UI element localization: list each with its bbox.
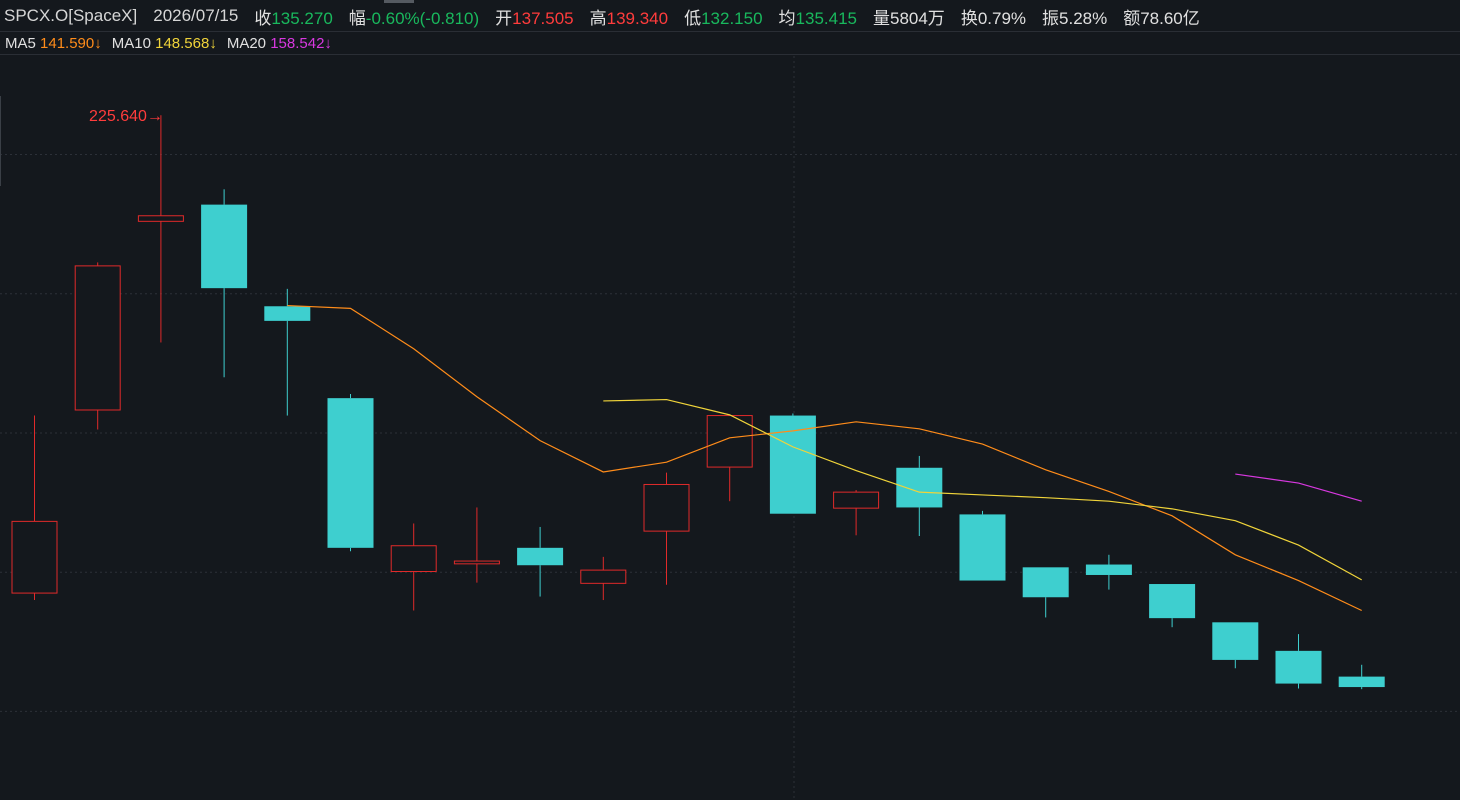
quote-field-value: 0.79% [977, 8, 1027, 28]
quote-field-label: 量 [872, 8, 890, 28]
quote-field: 收135.270 [254, 4, 332, 29]
candle-body-down [1275, 650, 1322, 684]
quote-field-label: 幅 [348, 8, 366, 28]
quote-field-value: 137.505 [512, 8, 574, 28]
candle-body-down [264, 306, 311, 321]
quote-field: 高139.340 [590, 4, 668, 29]
quote-field: 均135.415 [779, 4, 857, 29]
candle-body-down [1338, 676, 1385, 688]
quote-field-label: 开 [495, 8, 513, 28]
quote-field-value: 135.270 [271, 8, 333, 28]
quote-field-label: 高 [589, 8, 607, 28]
candle-body-down [1149, 584, 1196, 619]
quote-field-label: 收 [254, 8, 272, 28]
quote-field-value: 78.60亿 [1140, 8, 1200, 28]
candle-body-down [1212, 622, 1259, 660]
quote-field-label: 低 [684, 8, 702, 28]
quote-fields: 收135.270 幅-0.60%(-0.810) 开137.505 高139.340 低… [254, 4, 1215, 29]
candle-body-up [833, 491, 880, 509]
moving-average-bar: MA5 141.590↓ MA10 148.568↓ MA20 158.542↓ [0, 31, 1460, 55]
candle-body-down [517, 547, 564, 566]
ma-legend-item: MA20 158.542↓ [227, 35, 332, 52]
quote-info-bar: SPCX.O[SpaceX] 2026/07/15 收135.270 幅-0.60… [0, 0, 1460, 32]
candle-body-up [137, 215, 184, 222]
candle-body-down [1022, 567, 1069, 598]
candle-body-up [453, 560, 500, 565]
quote-field-label: 额 [1123, 8, 1141, 28]
candle-body-down [959, 514, 1006, 581]
quote-field-label: 振 [1042, 8, 1060, 28]
ma-legend-value: 148.568↓ [155, 34, 217, 52]
ma-legend-label: MA20 [226, 34, 271, 52]
peak-price-label: 225.640→ [89, 108, 163, 125]
quote-field-value: 5.28% [1059, 8, 1108, 28]
quote-field-label: 均 [778, 8, 796, 28]
quote-field: 低132.150 [684, 4, 762, 29]
candle-body-up [643, 483, 690, 532]
quote-field-value: -0.60%(-0.810) [365, 8, 480, 28]
candle-body-down [201, 204, 248, 289]
quote-field: 额78.60亿 [1123, 4, 1200, 29]
ma-legend-label: MA5 [5, 34, 41, 52]
candle-body-up [580, 569, 627, 584]
quote-field: 开137.505 [495, 4, 573, 29]
candle-body-up [11, 520, 58, 594]
ma-legend-item: MA10 148.568↓ [112, 35, 217, 52]
candle-body-up [74, 265, 121, 411]
quote-field-value: 132.150 [701, 8, 763, 28]
quote-field: 量5804万 [873, 4, 945, 29]
quote-field-label: 换 [960, 8, 978, 28]
ma-legend-item: MA5 141.590↓ [5, 35, 102, 52]
candlestick-chart[interactable]: 225.640→ [0, 56, 1460, 800]
quote-field: 振5.28% [1042, 4, 1107, 29]
ma-legend-label: MA10 [111, 34, 156, 52]
ma5-line [287, 304, 1362, 612]
ma-legend-value: 141.590↓ [40, 34, 102, 52]
candle-body-up [390, 545, 437, 572]
ma-legend-value: 158.542↓ [270, 34, 332, 52]
quote-field-value: 5804万 [889, 8, 945, 28]
candle-body-down [327, 398, 374, 548]
candle-body-down [1085, 564, 1132, 575]
date-label: 2026/07/15 [153, 6, 239, 25]
ma20-line [1235, 473, 1362, 502]
symbol-label: SPCX.O[SpaceX] [4, 6, 138, 25]
candle-body-down [896, 467, 943, 508]
quote-field: 换0.79% [961, 4, 1026, 29]
quote-field: 幅-0.60%(-0.810) [349, 4, 479, 29]
quote-field-value: 135.415 [795, 8, 857, 28]
quote-field-value: 139.340 [606, 8, 669, 28]
